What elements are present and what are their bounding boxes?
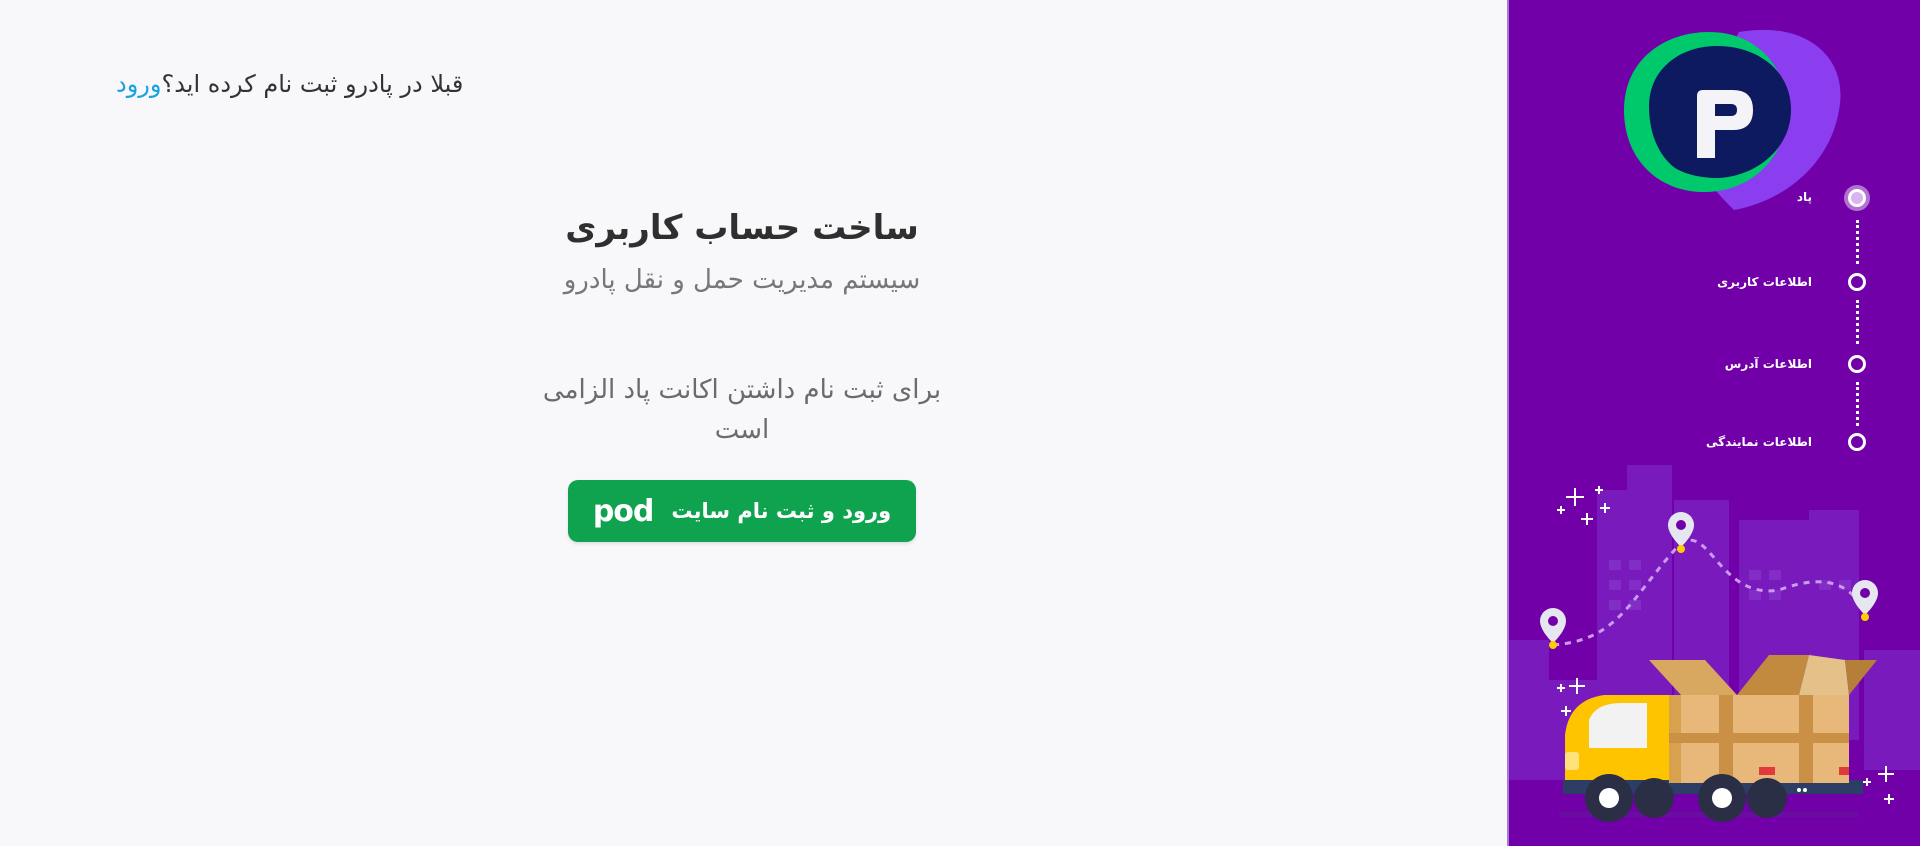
step-user-info-label: اطلاعات کاربری <box>1717 275 1812 289</box>
login-prompt: قبلا در پادرو ثبت نام کرده اید؟ورود <box>116 70 463 98</box>
step-address-info-label: اطلاعات آدرس <box>1724 357 1812 371</box>
page-subtitle: سیستم مدیریت حمل و نقل پادرو <box>563 265 921 295</box>
step-connector <box>1856 220 1859 264</box>
signup-panel: ساخت حساب کاربری سیستم مدیریت حمل و نقل … <box>542 200 942 542</box>
step-pod-label: پاد <box>1796 190 1812 204</box>
login-link[interactable]: ورود <box>116 70 161 98</box>
main-content: قبلا در پادرو ثبت نام کرده اید؟ورود ساخت… <box>0 0 1506 846</box>
step-agency-info-indicator <box>1848 433 1866 451</box>
step-agency-info-label: اطلاعات نمایندگی <box>1706 435 1812 449</box>
step-address-info-indicator <box>1848 355 1866 373</box>
page-title: ساخت حساب کاربری <box>565 208 919 248</box>
registration-steps: پاد اطلاعات کاربری اطلاعات آدرس اطلاعات … <box>1509 0 1920 460</box>
step-user-info-indicator <box>1848 273 1866 291</box>
step-connector <box>1856 382 1859 426</box>
pod-login-button[interactable]: ورود و ثبت نام سایت pod <box>568 480 916 542</box>
pod-requirement-notice: برای ثبت نام داشتن اکانت پاد الزامی است <box>542 375 942 445</box>
pod-logo: pod <box>592 493 655 529</box>
pod-button-label: ورود و ثبت نام سایت <box>671 499 892 523</box>
step-pod-indicator <box>1848 189 1866 207</box>
login-prompt-text: قبلا در پادرو ثبت نام کرده اید؟ <box>161 70 464 98</box>
registration-sidebar: پاد اطلاعات کاربری اطلاعات آدرس اطلاعات … <box>1507 0 1920 846</box>
step-connector <box>1856 300 1859 344</box>
